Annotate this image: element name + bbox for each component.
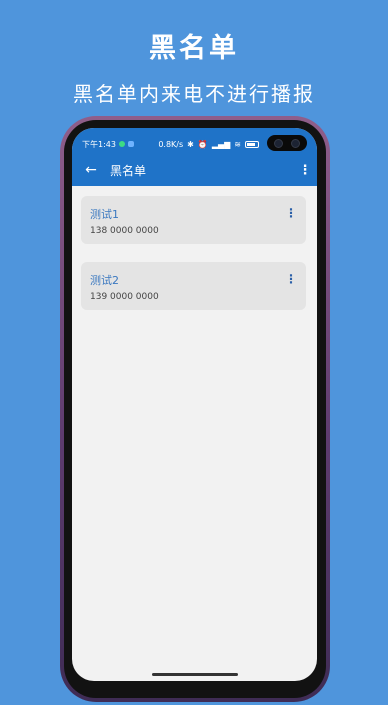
- home-indicator[interactable]: [152, 673, 238, 676]
- arrow-left-icon: ←: [85, 162, 97, 178]
- notification-icon: [118, 141, 125, 147]
- item-menu-button[interactable]: ⋮: [284, 206, 298, 222]
- toolbar: ← 黑名单 ⋮: [72, 158, 317, 182]
- app-bar: 下午1:43 0.8K/s ✱ ⏰ ▂▄▆ ≋ ← 黑名单 ⋮: [72, 128, 317, 186]
- item-menu-button[interactable]: ⋮: [284, 272, 298, 288]
- camera-lens-icon: [291, 138, 300, 148]
- phone-screen: 下午1:43 0.8K/s ✱ ⏰ ▂▄▆ ≋ ← 黑名单 ⋮ 测试1 138 …: [72, 128, 317, 681]
- page-title: 黑名单: [110, 163, 147, 178]
- more-vertical-icon: ⋮: [285, 206, 297, 220]
- app-notification-icon: [127, 141, 134, 147]
- more-vertical-icon: ⋮: [285, 272, 297, 286]
- contact-name: 测试2: [90, 274, 119, 287]
- wifi-icon: ≋: [234, 139, 241, 149]
- more-vertical-icon: ⋮: [298, 162, 312, 178]
- alarm-icon: ⏰: [197, 139, 208, 149]
- battery-icon: [245, 140, 259, 148]
- bluetooth-icon: ✱: [187, 139, 194, 149]
- back-button[interactable]: ←: [76, 158, 106, 182]
- promo-title: 黑名单: [149, 33, 239, 64]
- promo-subtitle: 黑名单内来电不进行播报: [73, 82, 315, 106]
- contact-name: 测试1: [90, 208, 119, 221]
- signal-icon: ▂▄▆: [211, 139, 231, 149]
- contact-phone: 139 0000 0000: [90, 292, 159, 302]
- network-speed: 0.8K/s: [158, 139, 184, 149]
- status-time: 下午1:43: [82, 139, 116, 149]
- list-item[interactable]: 测试1 138 0000 0000 ⋮: [81, 196, 306, 244]
- overflow-menu-button[interactable]: ⋮: [293, 158, 317, 182]
- contact-phone: 138 0000 0000: [90, 226, 159, 236]
- front-camera: [267, 135, 307, 151]
- camera-lens-icon: [274, 138, 283, 148]
- list-item[interactable]: 测试2 139 0000 0000 ⋮: [81, 262, 306, 310]
